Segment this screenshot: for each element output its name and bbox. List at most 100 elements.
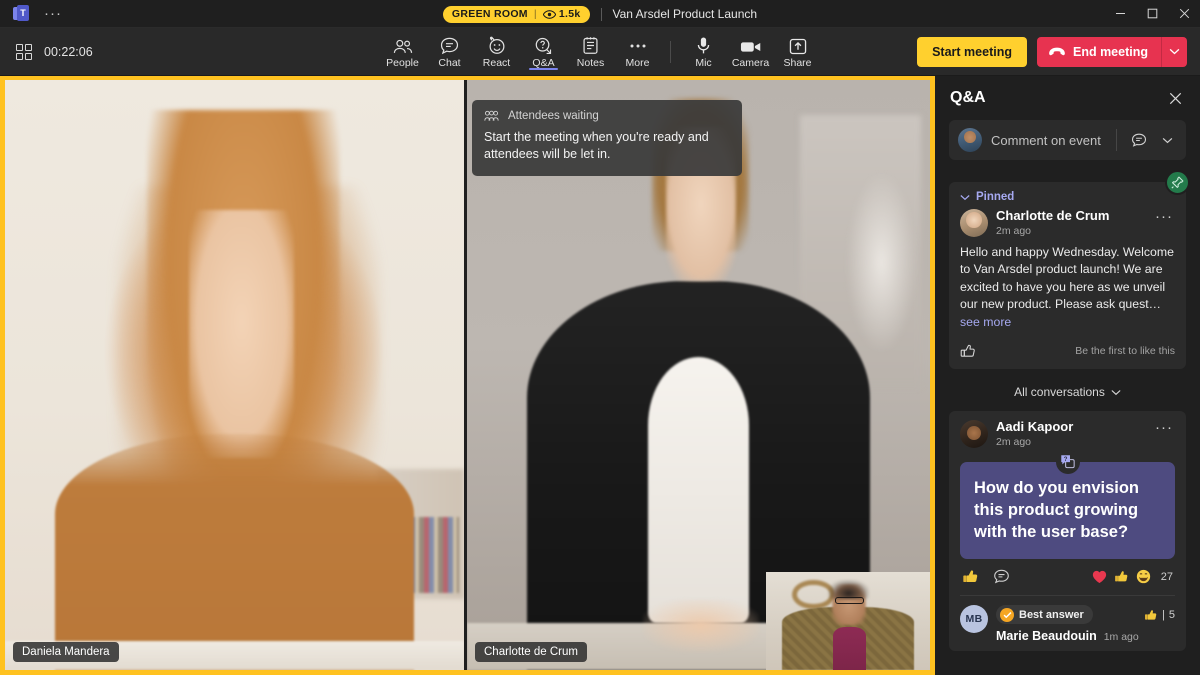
microphone-icon: [696, 35, 711, 55]
video-blouse: [648, 357, 750, 623]
best-answer-likes[interactable]: | 5: [1144, 608, 1175, 622]
pinned-message-body: Hello and happy Wednesday. Welcome to Va…: [960, 244, 1175, 331]
see-more-link[interactable]: see more: [960, 315, 1011, 329]
video-face: [189, 210, 295, 458]
meeting-timer: 00:22:06: [44, 45, 93, 59]
maximize-icon: [1147, 8, 1158, 19]
best-answer-row: MB Best answer: [960, 596, 1175, 643]
toast-header: Attendees waiting: [484, 110, 730, 122]
toolbar-button-people[interactable]: People: [379, 28, 426, 76]
best-answer-author-row: Marie Beaudouin 1m ago: [996, 629, 1175, 643]
toolbar-label-chat: Chat: [438, 57, 460, 69]
pinned-message-footer: Be the first to like this: [960, 341, 1175, 361]
best-answer-timestamp: 1m ago: [1104, 631, 1139, 643]
chevron-down-icon: [1111, 389, 1121, 396]
attendees-waiting-toast: Attendees waiting Start the meeting when…: [472, 100, 742, 176]
qa-panel-close-button[interactable]: [1162, 85, 1188, 111]
reaction-count: 27: [1161, 571, 1173, 583]
pip-video-tile[interactable]: [766, 572, 930, 670]
avatar: MB: [960, 605, 988, 633]
video-lamp-detail: [847, 174, 916, 351]
video-hands: [643, 599, 759, 652]
pinned-section-header[interactable]: Pinned: [960, 191, 1175, 203]
qa-icon: [534, 35, 553, 55]
people-icon: [393, 35, 413, 55]
toolbar-label-more: More: [626, 57, 650, 69]
toolbar-label-mic: Mic: [695, 57, 711, 69]
check-circle-icon: [1000, 608, 1014, 622]
video-tile-charlotte[interactable]: Attendees waiting Start the meeting when…: [464, 80, 930, 670]
end-meeting-label: End meeting: [1073, 45, 1148, 59]
toast-title: Attendees waiting: [508, 110, 599, 122]
question-more-options-icon[interactable]: ···: [1153, 420, 1175, 432]
notes-icon: [582, 35, 599, 55]
best-answer-label: Best answer: [1019, 609, 1084, 621]
toolbar-button-share[interactable]: Share: [774, 28, 821, 76]
toolbar-button-camera[interactable]: Camera: [727, 28, 774, 76]
meeting-title: Van Arsdel Product Launch: [613, 7, 758, 21]
title-bar: T ··· GREEN ROOM | 1.5k Van Arsdel Produ…: [0, 0, 1200, 28]
question-reactions[interactable]: 27: [1092, 569, 1173, 584]
svg-text:?: ?: [1063, 457, 1067, 463]
title-bar-overflow-button[interactable]: ···: [44, 10, 62, 18]
more-icon: [628, 35, 648, 55]
close-window-button[interactable]: [1168, 0, 1200, 28]
best-answer-content: Best answer | 5: [996, 605, 1175, 643]
question-author-name: Aadi Kapoor: [996, 420, 1145, 435]
laugh-emoji: [1136, 569, 1151, 584]
question-bubble-icon: ?: [1056, 450, 1080, 474]
end-meeting-button[interactable]: End meeting: [1037, 37, 1161, 67]
toolbar-button-qa[interactable]: Q&A: [520, 28, 567, 76]
toolbar-button-mic[interactable]: Mic: [680, 28, 727, 76]
composer-icons: [1126, 127, 1182, 153]
share-icon: [789, 35, 807, 55]
toolbar-button-chat[interactable]: Chat: [426, 28, 473, 76]
chevron-down-icon[interactable]: [1154, 127, 1180, 153]
pinned-more-options-icon[interactable]: ···: [1153, 209, 1175, 221]
composer-avatar: [958, 128, 982, 152]
toolbar-button-react[interactable]: React: [473, 28, 520, 76]
minimize-icon: [1115, 8, 1126, 19]
close-icon: [1169, 92, 1182, 105]
thumbsup-emoji: [1114, 569, 1129, 584]
pinned-timestamp: 2m ago: [996, 225, 1145, 237]
thumbs-up-icon[interactable]: [960, 341, 984, 361]
toolbar-label-qa: Q&A: [532, 57, 554, 69]
camera-icon: [740, 35, 762, 55]
qa-conversation-list[interactable]: Pinned Charlotte de Crum 2m ago ··· Hell…: [935, 170, 1200, 675]
best-answer-header: Best answer | 5: [996, 605, 1175, 624]
chevron-down-icon: [960, 194, 970, 201]
start-meeting-button[interactable]: Start meeting: [917, 37, 1027, 67]
title-bar-left: T ···: [0, 5, 200, 22]
end-meeting-options-button[interactable]: [1161, 37, 1187, 67]
conversation-filter-dropdown[interactable]: All conversations: [949, 375, 1186, 409]
toolbar-button-notes[interactable]: Notes: [567, 28, 614, 76]
toolbar-left: 00:22:06: [0, 44, 93, 60]
avatar-initials: MB: [960, 605, 988, 633]
toolbar-label-notes: Notes: [577, 57, 604, 69]
chat-bubble-icon[interactable]: [1126, 127, 1152, 153]
toolbar-separator: [670, 41, 671, 63]
qa-composer[interactable]: Comment on event: [949, 120, 1186, 160]
pinned-label: Pinned: [976, 191, 1014, 203]
like-hint-text: Be the first to like this: [1075, 345, 1175, 357]
badge-separator: |: [534, 8, 537, 20]
toast-message: Start the meeting when you're ready and …: [484, 129, 730, 164]
question-action-buttons: [962, 568, 1010, 585]
video-tile-daniela[interactable]: Daniela Mandera: [5, 80, 464, 670]
likes-separator: |: [1162, 609, 1165, 621]
question-timestamp: 2m ago: [996, 436, 1145, 448]
thumbs-up-icon[interactable]: [962, 568, 979, 585]
viewer-count: 1.5k: [543, 8, 581, 20]
layout-grid-icon[interactable]: [16, 44, 32, 60]
toolbar-button-more[interactable]: More: [614, 28, 661, 76]
reply-bubble-icon[interactable]: [993, 569, 1010, 585]
window-controls: [1104, 0, 1200, 28]
toolbar-label-people: People: [386, 57, 419, 69]
toolbar-actions: People Chat: [379, 28, 821, 76]
hangup-icon: [1048, 46, 1066, 57]
pinned-author-name: Charlotte de Crum: [996, 209, 1145, 224]
minimize-button[interactable]: [1104, 0, 1136, 28]
maximize-button[interactable]: [1136, 0, 1168, 28]
participant-name-charlotte: Charlotte de Crum: [475, 642, 587, 662]
